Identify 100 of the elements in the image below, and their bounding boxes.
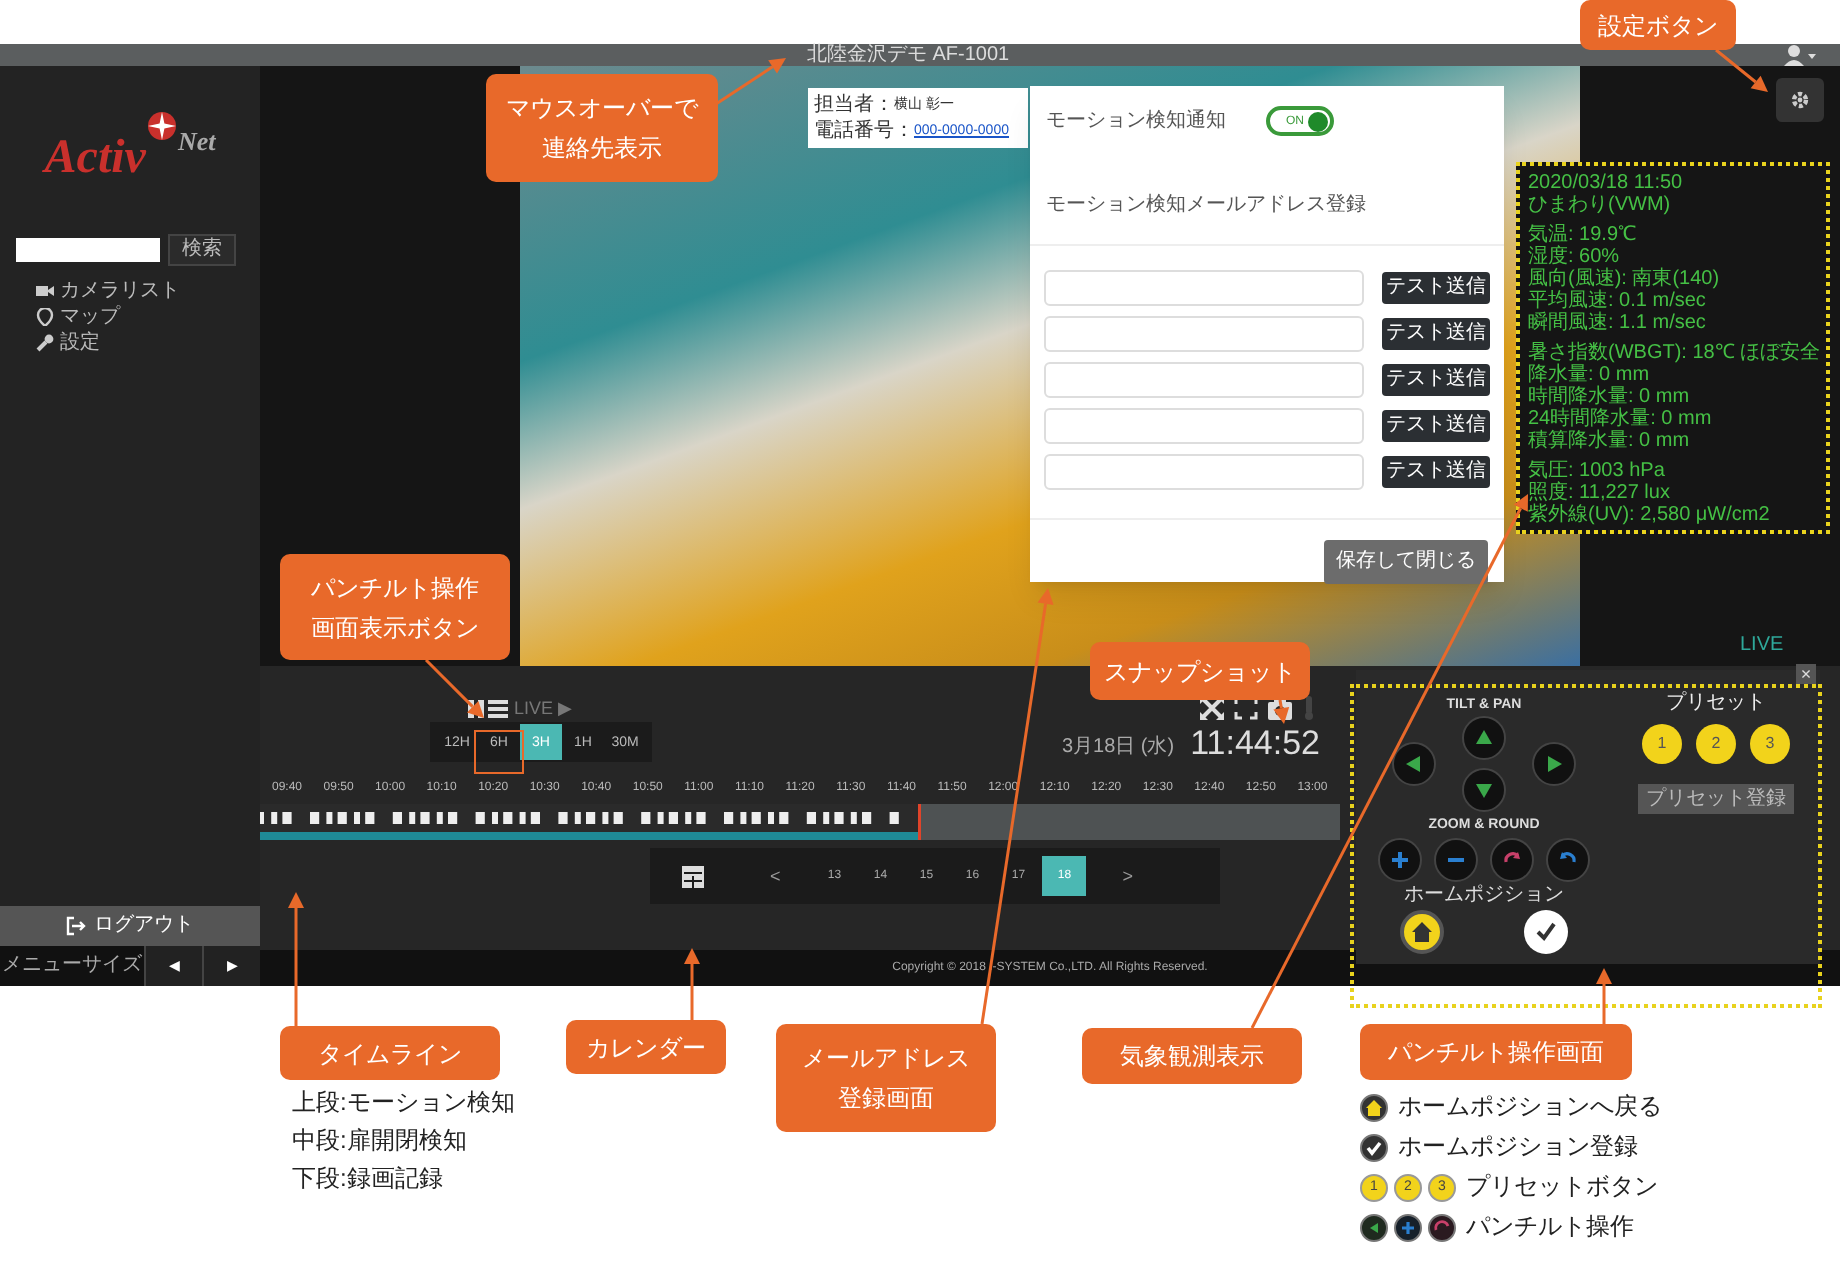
save-close-button[interactable]: 保存して閉じる bbox=[1324, 540, 1488, 584]
calendar-button[interactable] bbox=[678, 862, 706, 890]
close-button[interactable]: × bbox=[1796, 664, 1816, 684]
callout-text: パンチルト操作 bbox=[311, 571, 479, 605]
weather-reading: 気温: 19.9℃ bbox=[1528, 224, 1639, 246]
logout-icon bbox=[66, 916, 86, 936]
legend-text: 上段:モーション検知 bbox=[292, 1088, 515, 1118]
logo-text: Activ bbox=[44, 134, 146, 182]
weather-reading: 平均風速: 0.1 m/sec bbox=[1528, 290, 1708, 312]
legend-text: 下段:録画記録 bbox=[292, 1164, 445, 1194]
test-send-button[interactable]: テスト送信 bbox=[1382, 272, 1490, 304]
check-button-icon bbox=[1360, 1133, 1388, 1161]
live-text: LIVE bbox=[1740, 636, 1784, 656]
sidebar-item[interactable]: カメラリスト bbox=[36, 278, 260, 304]
zoom-out-button[interactable] bbox=[1434, 838, 1478, 882]
callout-text: 気象観測表示 bbox=[1120, 1040, 1264, 1074]
preset-button[interactable]: 2 bbox=[1696, 724, 1736, 764]
logo-text: Net bbox=[177, 128, 216, 154]
weather-reading: 降水量: 0 mm bbox=[1528, 364, 1652, 386]
test-send-button[interactable]: テスト送信 bbox=[1382, 318, 1490, 350]
home-button-icon bbox=[1360, 1093, 1388, 1121]
email-field[interactable] bbox=[1044, 316, 1364, 352]
pan-right-button[interactable] bbox=[1532, 742, 1576, 786]
callout-text: タイムライン bbox=[318, 1037, 462, 1071]
tilt-up-button[interactable] bbox=[1462, 716, 1506, 760]
test-send-button[interactable]: テスト送信 bbox=[1382, 456, 1490, 488]
section-title: ホームポジション bbox=[1404, 886, 1564, 906]
left-triangle-icon bbox=[1404, 754, 1424, 774]
settings-button[interactable] bbox=[1776, 78, 1824, 122]
right-triangle-icon bbox=[1544, 754, 1564, 774]
preset-register-button[interactable]: プリセット登録 bbox=[1638, 784, 1794, 814]
sidebar-item[interactable]: マップ bbox=[36, 304, 260, 330]
time-text: 11:44:52 bbox=[1190, 725, 1320, 759]
pan-left-button[interactable] bbox=[1392, 742, 1436, 786]
preset-button[interactable]: 1 bbox=[1642, 724, 1682, 764]
down-triangle-icon bbox=[1474, 780, 1494, 800]
window-title: 北陸金沢デモ AF-1001 bbox=[806, 45, 1010, 65]
weather-reading: 気圧: 1003 hPa bbox=[1528, 460, 1667, 482]
weather-reading: 瞬間風速: 1.1 m/sec bbox=[1528, 312, 1708, 334]
zoom-in-button[interactable] bbox=[1378, 838, 1422, 882]
menu-size-label: メニューサイズ bbox=[0, 956, 144, 976]
map-pin-icon bbox=[36, 308, 54, 326]
weather-reading: 24時間降水量: 0 mm bbox=[1528, 408, 1714, 430]
next-button[interactable]: > bbox=[1122, 867, 1134, 885]
contact-label: 担当者： bbox=[814, 95, 894, 115]
weather-reading: 時間降水量: 0 mm bbox=[1528, 386, 1692, 408]
callout-text: スナップショット bbox=[1104, 655, 1296, 689]
logout-button[interactable]: ログアウト bbox=[0, 906, 260, 946]
search-button[interactable]: 検索 bbox=[168, 234, 236, 266]
email-field[interactable] bbox=[1044, 362, 1364, 398]
plus-icon bbox=[1390, 850, 1410, 870]
rotate-button[interactable] bbox=[1546, 838, 1590, 882]
shrink-icon bbox=[1200, 696, 1224, 720]
callout-text: 登録画面 bbox=[838, 1082, 934, 1116]
dialog-section-title: モーション検知メールアドレス登録 bbox=[1030, 196, 1504, 246]
callout-text: 設定ボタン bbox=[1598, 9, 1718, 43]
weather-reading: 照度: 11,227 lux bbox=[1528, 482, 1672, 504]
plus-button-icon bbox=[1394, 1213, 1422, 1241]
camera-icon bbox=[36, 282, 54, 300]
logo-star-icon bbox=[145, 110, 178, 142]
settings-icon bbox=[1790, 90, 1810, 110]
arrow-button-icon bbox=[1360, 1213, 1388, 1241]
rotate-button[interactable] bbox=[1490, 838, 1534, 882]
legend-text: パンチルト操作 bbox=[1466, 1212, 1634, 1242]
home-register-button[interactable] bbox=[1524, 910, 1568, 954]
wrench-icon bbox=[36, 334, 54, 352]
search-field[interactable] bbox=[16, 238, 160, 262]
live-label: LIVE ▶ bbox=[514, 699, 573, 717]
fullscreen-icon bbox=[1234, 696, 1258, 720]
email-field[interactable] bbox=[1044, 270, 1364, 306]
callout-text: カレンダー bbox=[586, 1031, 706, 1065]
highlight-frame bbox=[474, 730, 524, 774]
legend-text: ホームポジション登録 bbox=[1398, 1132, 1638, 1162]
weather-reading: 2020/03/18 11:50 bbox=[1528, 172, 1685, 194]
email-field[interactable] bbox=[1044, 454, 1364, 490]
test-send-button[interactable]: テスト送信 bbox=[1382, 364, 1490, 396]
section-title: プリセット bbox=[1666, 694, 1766, 714]
weather-reading: 湿度: 60% bbox=[1528, 246, 1622, 268]
callout-text: パンチルト操作画面 bbox=[1388, 1036, 1604, 1070]
legend-text: プリセットボタン bbox=[1466, 1172, 1658, 1202]
dialog-label: モーション検知通知 bbox=[1046, 111, 1228, 131]
legend-text: 中段:扉開閉検知 bbox=[292, 1126, 469, 1156]
weather-reading: 風向(風速): 南東(140) bbox=[1528, 268, 1722, 290]
preset-button[interactable]: 3 bbox=[1750, 724, 1790, 764]
rotate-button-icon bbox=[1428, 1213, 1456, 1241]
callout-text: 画面表示ボタン bbox=[311, 611, 479, 645]
callout-text: メールアドレス bbox=[802, 1042, 970, 1076]
date-text: 3月18日 (水) bbox=[1061, 737, 1175, 757]
home-button[interactable] bbox=[1400, 910, 1444, 954]
weather-reading: 紫外線(UV): 2,580 μW/cm2 bbox=[1528, 504, 1772, 526]
home-icon bbox=[1412, 922, 1432, 942]
test-send-button[interactable]: テスト送信 bbox=[1382, 410, 1490, 442]
sidebar-item[interactable]: 設定 bbox=[36, 330, 260, 356]
email-field[interactable] bbox=[1044, 408, 1364, 444]
up-triangle-icon bbox=[1474, 728, 1494, 748]
contact-label: 電話番号： bbox=[814, 121, 914, 141]
tilt-down-button[interactable] bbox=[1462, 768, 1506, 812]
weather-reading: 積算降水量: 0 mm bbox=[1528, 430, 1692, 452]
previous-button[interactable]: < bbox=[770, 867, 781, 885]
weather-reading: 暑さ指数(WBGT): 18℃ ほぼ安全 bbox=[1528, 342, 1818, 364]
